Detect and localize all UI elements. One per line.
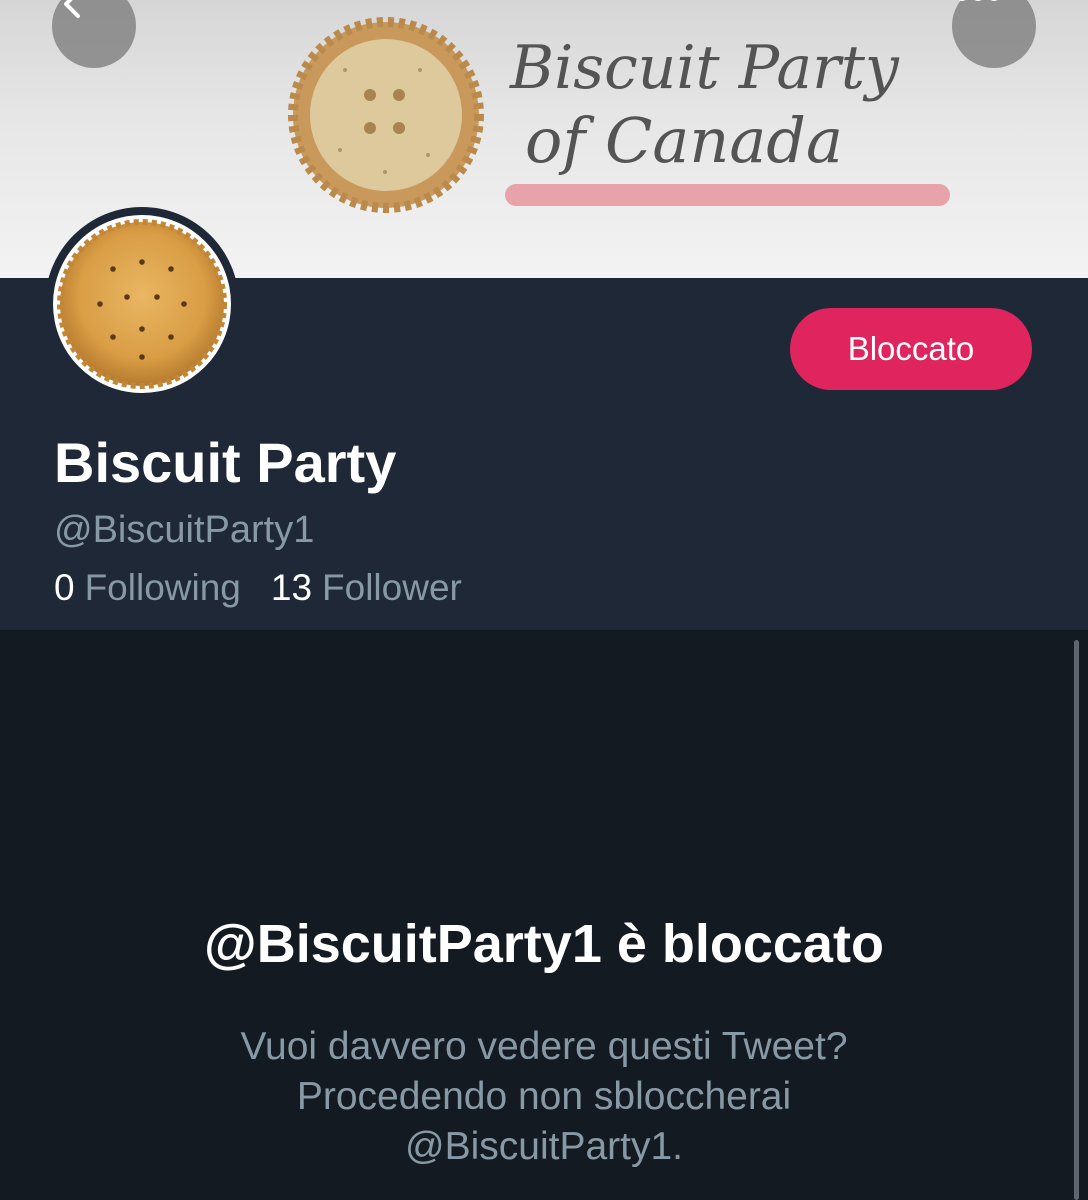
banner-title-line1: Biscuit Party bbox=[509, 33, 900, 103]
followers-stat[interactable]: 13 Follower bbox=[271, 566, 462, 610]
avatar[interactable] bbox=[45, 207, 239, 401]
avatar-biscuit-image bbox=[53, 215, 231, 393]
profile-stats: 0 Following 13 Follower bbox=[54, 566, 492, 610]
profile-display-name: Biscuit Party bbox=[54, 431, 397, 494]
following-label: Following bbox=[84, 567, 241, 608]
profile-handle: @BiscuitParty1 bbox=[54, 509, 315, 551]
profile-screen: Biscuit Party of Canada Bloccato Biscuit… bbox=[0, 0, 1088, 1200]
blocked-button[interactable]: Bloccato bbox=[790, 308, 1032, 390]
blocked-title: @BiscuitParty1 è bloccato bbox=[204, 914, 884, 974]
blocked-message-line: @BiscuitParty1. bbox=[404, 1125, 683, 1168]
following-count: 0 bbox=[54, 567, 75, 608]
blocked-message-line: Procedendo non sbloccherai bbox=[296, 1075, 792, 1118]
followers-label: Follower bbox=[322, 567, 462, 608]
blocked-message: Vuoi davvero vedere questi Tweet? Proced… bbox=[144, 1022, 944, 1172]
chevron-left-icon bbox=[64, 0, 80, 18]
blocked-message-line: Vuoi davvero vedere questi Tweet? bbox=[240, 1025, 848, 1068]
banner-biscuit-illustration bbox=[288, 17, 484, 213]
banner-title-line2: of Canada bbox=[525, 104, 843, 177]
following-stat[interactable]: 0 Following bbox=[54, 566, 241, 610]
more-horizontal-icon bbox=[958, 0, 998, 1]
banner-underline bbox=[505, 184, 950, 206]
followers-count: 13 bbox=[270, 567, 313, 608]
